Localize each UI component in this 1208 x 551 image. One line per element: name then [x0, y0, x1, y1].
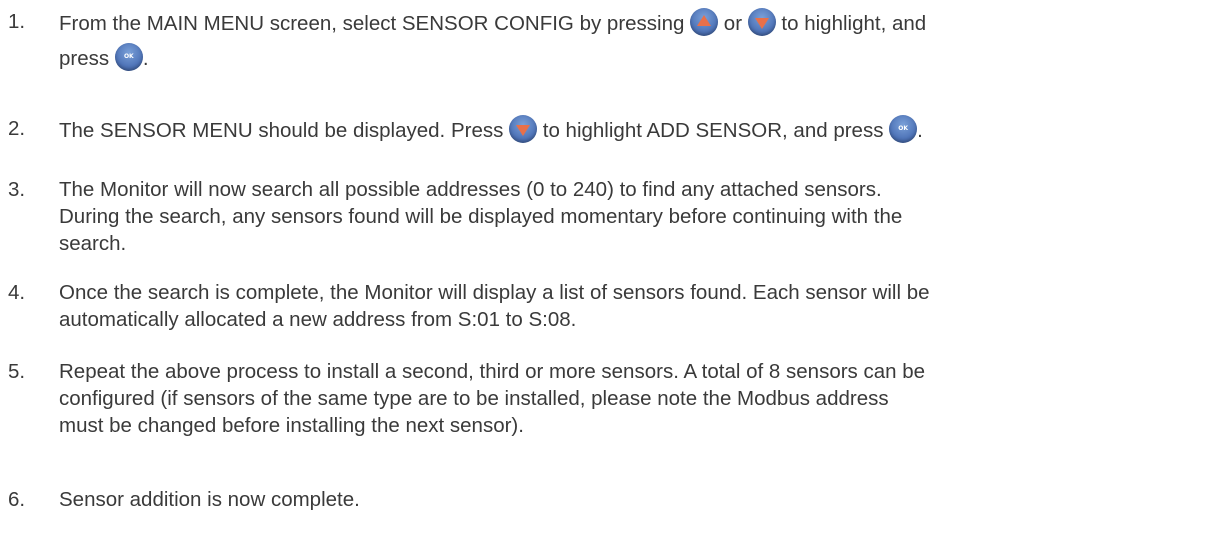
step-text-fragment: to highlight, and	[775, 12, 927, 35]
step-line: must be changed before installing the ne…	[59, 414, 524, 437]
step-text: The Monitor will now search all possible…	[59, 176, 1199, 257]
down-arrow-button-icon	[747, 8, 776, 36]
step-line: During the search, any sensors found wil…	[59, 205, 903, 228]
step-number: 5.	[8, 360, 26, 383]
step-line: automatically allocated a new address fr…	[59, 308, 577, 331]
step-line: Once the search is complete, the Monitor…	[59, 281, 930, 304]
up-arrow-button-icon	[690, 8, 719, 36]
step-number: 2.	[8, 117, 26, 140]
step-number: 3.	[8, 178, 26, 201]
step-text-fragment: press	[59, 47, 115, 70]
step-line: Sensor addition is now complete.	[59, 488, 360, 511]
step-number: 1.	[8, 10, 26, 33]
step-text: Sensor addition is now complete.	[59, 486, 1199, 513]
ok-button-icon: OK	[114, 43, 143, 71]
step-text-fragment: or	[718, 12, 748, 35]
step-line: configured (if sensors of the same type …	[59, 387, 889, 410]
step-text: Repeat the above process to install a se…	[59, 358, 1199, 439]
step-line: The SENSOR MENU should be displayed. Pre…	[59, 115, 1199, 144]
ok-button-icon: OK	[889, 115, 918, 143]
step-text-fragment: .	[917, 119, 923, 142]
step-text-fragment: to highlight ADD SENSOR, and press	[537, 119, 890, 142]
step-text: The SENSOR MENU should be displayed. Pre…	[59, 115, 1199, 144]
step-number: 6.	[8, 488, 26, 511]
down-arrow-button-icon	[509, 115, 538, 143]
step-line: The Monitor will now search all possible…	[59, 178, 882, 201]
step-line: From the MAIN MENU screen, select SENSOR…	[59, 8, 1199, 37]
step-line: search.	[59, 232, 127, 255]
ok-label: OK	[898, 125, 909, 132]
step-line: press OK.	[59, 43, 1199, 72]
step-text-fragment: .	[142, 47, 149, 70]
ok-label: OK	[123, 53, 134, 60]
step-line: Repeat the above process to install a se…	[59, 360, 926, 383]
step-text: From the MAIN MENU screen, select SENSOR…	[59, 8, 1199, 72]
step-text-fragment: The SENSOR MENU should be displayed. Pre…	[59, 119, 510, 142]
step-text-fragment: From the MAIN MENU screen, select SENSOR…	[59, 12, 691, 35]
step-number: 4.	[8, 281, 26, 304]
step-text: Once the search is complete, the Monitor…	[59, 279, 1199, 333]
